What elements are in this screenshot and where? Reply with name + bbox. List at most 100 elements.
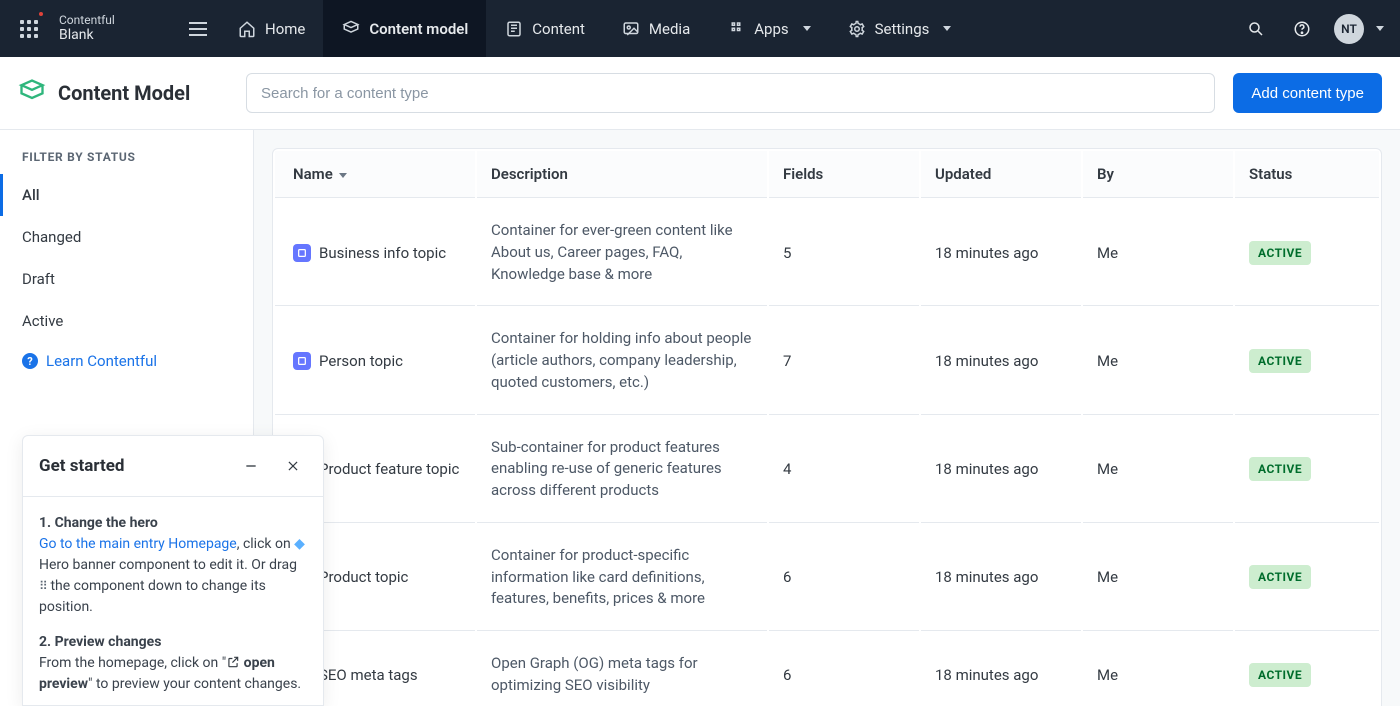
panel-title: Get started: [39, 456, 124, 476]
user-menu[interactable]: NT: [1334, 14, 1384, 44]
search-button[interactable]: [1242, 15, 1270, 43]
homepage-link[interactable]: Go to the main entry Homepage: [39, 536, 237, 552]
minimize-button[interactable]: [237, 452, 265, 480]
row-name-label: Person topic: [319, 352, 403, 370]
nav-media[interactable]: Media: [603, 0, 708, 57]
row-fields: 4: [769, 417, 919, 523]
nav-settings[interactable]: Settings: [829, 0, 970, 57]
row-description: Container for holding info about people …: [491, 328, 753, 393]
chevron-down-icon: [803, 26, 811, 31]
status-badge: ACTIVE: [1249, 457, 1311, 481]
row-description: Open Graph (OG) meta tags for optimizing…: [491, 653, 753, 697]
chevron-down-icon: [1376, 26, 1384, 31]
content-icon: [504, 19, 524, 39]
filter-label: Changed: [22, 228, 81, 246]
filter-heading: Filter by status: [0, 150, 253, 174]
col-fields[interactable]: Fields: [769, 151, 919, 198]
nav-home-label: Home: [265, 20, 305, 38]
table-row[interactable]: SEO meta tags Open Graph (OG) meta tags …: [275, 633, 1379, 706]
filter-active[interactable]: Active: [0, 300, 253, 342]
filter-changed[interactable]: Changed: [0, 216, 253, 258]
nav-content-model[interactable]: Content model: [323, 0, 486, 57]
table-row[interactable]: Business info topic Container for ever-g…: [275, 200, 1379, 306]
col-description[interactable]: Description: [477, 151, 767, 198]
app-switcher[interactable]: [0, 0, 57, 57]
status-badge: ACTIVE: [1249, 349, 1311, 373]
close-button[interactable]: [279, 452, 307, 480]
filter-label: All: [22, 186, 40, 204]
row-fields: 5: [769, 200, 919, 306]
grid-icon: [20, 20, 38, 38]
row-updated: 18 minutes ago: [921, 633, 1081, 706]
step1-title: 1. Change the hero: [39, 513, 307, 534]
table-row[interactable]: Product topic Container for product-spec…: [275, 525, 1379, 631]
status-badge: ACTIVE: [1249, 241, 1311, 265]
row-by: Me: [1083, 308, 1233, 414]
help-button[interactable]: [1288, 15, 1316, 43]
row-description: Container for ever-green content like Ab…: [491, 220, 753, 285]
col-name[interactable]: Name: [275, 151, 475, 198]
space-name: Blank: [59, 27, 169, 44]
row-by: Me: [1083, 633, 1233, 706]
avatar: NT: [1334, 14, 1364, 44]
row-name-label: SEO meta tags: [319, 666, 418, 684]
table-row[interactable]: Person topic Container for holding info …: [275, 308, 1379, 414]
col-by[interactable]: By: [1083, 151, 1233, 198]
content-type-icon: [293, 244, 311, 262]
add-content-type-button[interactable]: Add content type: [1233, 73, 1382, 113]
space-brand[interactable]: Contentful Blank: [57, 14, 177, 44]
content-types-table: Name Description Fields Updated By Statu…: [272, 148, 1382, 706]
row-description: Container for product-specific informati…: [491, 545, 753, 610]
row-updated: 18 minutes ago: [921, 200, 1081, 306]
learn-label: Learn Contentful: [46, 352, 157, 370]
nav-content-label: Content: [532, 20, 585, 38]
step2-title: 2. Preview changes: [39, 632, 307, 653]
media-icon: [621, 19, 641, 39]
nav-settings-label: Settings: [875, 20, 930, 38]
chevron-down-icon: [943, 26, 951, 31]
row-name-label: Product topic: [319, 568, 408, 586]
brand-title: Contentful: [59, 14, 169, 27]
row-fields: 6: [769, 525, 919, 631]
apps-icon: [726, 19, 746, 39]
row-updated: 18 minutes ago: [921, 308, 1081, 414]
topbar: Contentful Blank Home Content model Cont…: [0, 0, 1400, 57]
nav-content-model-label: Content model: [369, 20, 468, 38]
step2-text: From the homepage, click on " open previ…: [39, 653, 307, 695]
row-name-label: Business info topic: [319, 244, 446, 262]
col-updated[interactable]: Updated: [921, 151, 1081, 198]
content-type-icon: [293, 352, 311, 370]
content-model-icon: [341, 19, 361, 39]
get-started-panel: Get started 1. Change the hero Go to the…: [22, 435, 324, 706]
col-status[interactable]: Status: [1235, 151, 1379, 198]
gear-icon: [847, 19, 867, 39]
open-external-icon: [226, 655, 240, 669]
nav-apps[interactable]: Apps: [708, 0, 828, 57]
filter-draft[interactable]: Draft: [0, 258, 253, 300]
row-by: Me: [1083, 200, 1233, 306]
gem-icon: ◆: [294, 536, 305, 552]
nav-apps-label: Apps: [754, 20, 788, 38]
filter-label: Active: [22, 312, 63, 330]
row-fields: 7: [769, 308, 919, 414]
topbar-actions: NT: [1242, 14, 1400, 44]
search-input[interactable]: [246, 73, 1215, 113]
home-icon: [237, 19, 257, 39]
question-icon: ?: [22, 353, 38, 369]
status-badge: ACTIVE: [1249, 565, 1311, 589]
content-model-hero-icon: [18, 77, 46, 109]
nav-content[interactable]: Content: [486, 0, 603, 57]
row-fields: 6: [769, 633, 919, 706]
row-by: Me: [1083, 417, 1233, 523]
filter-all[interactable]: All: [0, 174, 253, 216]
table-row[interactable]: Product feature topic Sub-container for …: [275, 417, 1379, 523]
sort-indicator-icon: [339, 173, 347, 178]
row-updated: 18 minutes ago: [921, 417, 1081, 523]
page-header: Content Model Add content type: [0, 57, 1400, 130]
row-updated: 18 minutes ago: [921, 525, 1081, 631]
learn-contentful-link[interactable]: ? Learn Contentful: [0, 342, 253, 380]
nav-home[interactable]: Home: [219, 0, 323, 57]
primary-nav: Home Content model Content Media Apps Se…: [219, 0, 969, 57]
step1-text: Go to the main entry Homepage, click on …: [39, 534, 307, 618]
env-switch[interactable]: [177, 0, 219, 57]
